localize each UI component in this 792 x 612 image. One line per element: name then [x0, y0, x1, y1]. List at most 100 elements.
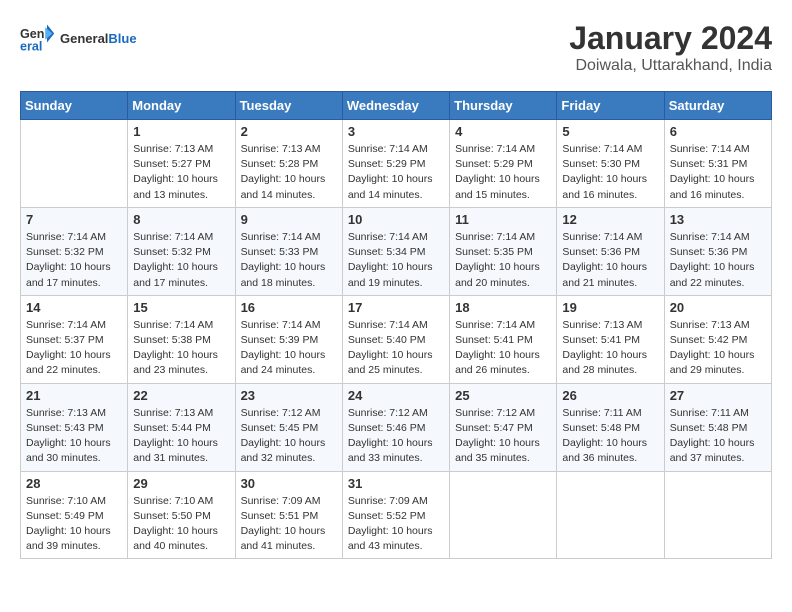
calendar-cell-w5-d2: 29 Sunrise: 7:10 AM Sunset: 5:50 PM Dayli… — [128, 471, 235, 559]
day-info: Sunrise: 7:14 AM Sunset: 5:34 PM Dayligh… — [348, 230, 444, 291]
day-number: 14 — [26, 300, 122, 315]
day-info: Sunrise: 7:14 AM Sunset: 5:32 PM Dayligh… — [26, 230, 122, 291]
day-info: Sunrise: 7:14 AM Sunset: 5:36 PM Dayligh… — [562, 230, 658, 291]
calendar-week-4: 21Sunrise: 7:13 AM Sunset: 5:43 PM Dayli… — [21, 383, 772, 471]
col-monday: Monday — [128, 92, 235, 120]
day-number: 19 — [562, 300, 658, 315]
col-sunday: Sunday — [21, 92, 128, 120]
calendar-cell-w3-d4: 17 Sunrise: 7:14 AM Sunset: 5:40 PM Dayli… — [342, 295, 449, 383]
day-number: 27 — [670, 388, 766, 403]
calendar-week-1: 1 Sunrise: 7:13 AM Sunset: 5:27 PM Daylig… — [21, 120, 772, 208]
location-subtitle: Doiwala, Uttarakhand, India — [569, 57, 772, 75]
calendar-cell-w1-d5: 4 Sunrise: 7:14 AM Sunset: 5:29 PM Daylig… — [450, 120, 557, 208]
day-info: Sunrise: 7:14 AM Sunset: 5:33 PM Dayligh… — [241, 230, 337, 291]
day-info: Sunrise: 7:14 AM Sunset: 5:37 PM Dayligh… — [26, 318, 122, 379]
day-info: Sunrise: 7:10 AM Sunset: 5:50 PM Dayligh… — [133, 494, 229, 555]
day-info: Sunrise: 7:14 AM Sunset: 5:35 PM Dayligh… — [455, 230, 551, 291]
day-info: Sunrise: 7:13 AM Sunset: 5:28 PM Dayligh… — [241, 142, 337, 203]
day-number: 30 — [241, 476, 337, 491]
calendar-cell-w2-d4: 10 Sunrise: 7:14 AM Sunset: 5:34 PM Dayli… — [342, 207, 449, 295]
col-thursday: Thursday — [450, 92, 557, 120]
calendar-cell-w5-d1: 28Sunrise: 7:10 AM Sunset: 5:49 PM Dayli… — [21, 471, 128, 559]
day-number: 11 — [455, 212, 551, 227]
calendar-week-2: 7 Sunrise: 7:14 AM Sunset: 5:32 PM Daylig… — [21, 207, 772, 295]
calendar-cell-w4-d6: 26Sunrise: 7:11 AM Sunset: 5:48 PM Dayli… — [557, 383, 664, 471]
day-number: 13 — [670, 212, 766, 227]
day-info: Sunrise: 7:14 AM Sunset: 5:36 PM Dayligh… — [670, 230, 766, 291]
calendar-cell-w5-d7 — [664, 471, 771, 559]
day-number: 31 — [348, 476, 444, 491]
calendar-cell-w1-d1 — [21, 120, 128, 208]
day-number: 4 — [455, 124, 551, 139]
logo-text-blue: Blue — [108, 31, 136, 46]
day-info: Sunrise: 7:14 AM Sunset: 5:32 PM Dayligh… — [133, 230, 229, 291]
calendar-cell-w4-d7: 27Sunrise: 7:11 AM Sunset: 5:48 PM Dayli… — [664, 383, 771, 471]
day-number: 6 — [670, 124, 766, 139]
calendar-cell-w2-d7: 13 Sunrise: 7:14 AM Sunset: 5:36 PM Dayli… — [664, 207, 771, 295]
day-info: Sunrise: 7:13 AM Sunset: 5:42 PM Dayligh… — [670, 318, 766, 379]
day-info: Sunrise: 7:14 AM Sunset: 5:40 PM Dayligh… — [348, 318, 444, 379]
logo-icon: Gen eral — [20, 20, 56, 56]
day-info: Sunrise: 7:10 AM Sunset: 5:49 PM Dayligh… — [26, 494, 122, 555]
day-number: 1 — [133, 124, 229, 139]
calendar-cell-w4-d4: 24Sunrise: 7:12 AM Sunset: 5:46 PM Dayli… — [342, 383, 449, 471]
col-wednesday: Wednesday — [342, 92, 449, 120]
day-number: 17 — [348, 300, 444, 315]
calendar-cell-w5-d4: 31 Sunrise: 7:09 AM Sunset: 5:52 PM Dayli… — [342, 471, 449, 559]
calendar-cell-w3-d5: 18Sunrise: 7:14 AM Sunset: 5:41 PM Dayli… — [450, 295, 557, 383]
col-tuesday: Tuesday — [235, 92, 342, 120]
calendar-cell-w2-d5: 11 Sunrise: 7:14 AM Sunset: 5:35 PM Dayli… — [450, 207, 557, 295]
calendar-week-5: 28Sunrise: 7:10 AM Sunset: 5:49 PM Dayli… — [21, 471, 772, 559]
day-info: Sunrise: 7:13 AM Sunset: 5:41 PM Dayligh… — [562, 318, 658, 379]
calendar-cell-w4-d5: 25Sunrise: 7:12 AM Sunset: 5:47 PM Dayli… — [450, 383, 557, 471]
month-year-title: January 2024 — [569, 20, 772, 57]
calendar-cell-w3-d7: 20 Sunrise: 7:13 AM Sunset: 5:42 PM Dayli… — [664, 295, 771, 383]
day-number: 2 — [241, 124, 337, 139]
calendar-cell-w4-d2: 22 Sunrise: 7:13 AM Sunset: 5:44 PM Dayli… — [128, 383, 235, 471]
day-number: 10 — [348, 212, 444, 227]
logo: Gen eral GeneralBlue — [20, 20, 137, 56]
calendar-cell-w3-d3: 16 Sunrise: 7:14 AM Sunset: 5:39 PM Dayli… — [235, 295, 342, 383]
day-number: 23 — [241, 388, 337, 403]
day-number: 12 — [562, 212, 658, 227]
day-info: Sunrise: 7:14 AM Sunset: 5:30 PM Dayligh… — [562, 142, 658, 203]
calendar-cell-w1-d4: 3 Sunrise: 7:14 AM Sunset: 5:29 PM Daylig… — [342, 120, 449, 208]
day-info: Sunrise: 7:14 AM Sunset: 5:29 PM Dayligh… — [455, 142, 551, 203]
col-friday: Friday — [557, 92, 664, 120]
calendar-cell-w5-d6 — [557, 471, 664, 559]
calendar-cell-w5-d5 — [450, 471, 557, 559]
day-info: Sunrise: 7:09 AM Sunset: 5:52 PM Dayligh… — [348, 494, 444, 555]
day-info: Sunrise: 7:13 AM Sunset: 5:44 PM Dayligh… — [133, 406, 229, 467]
day-number: 7 — [26, 212, 122, 227]
day-number: 29 — [133, 476, 229, 491]
day-info: Sunrise: 7:13 AM Sunset: 5:27 PM Dayligh… — [133, 142, 229, 203]
day-info: Sunrise: 7:12 AM Sunset: 5:46 PM Dayligh… — [348, 406, 444, 467]
day-info: Sunrise: 7:12 AM Sunset: 5:47 PM Dayligh… — [455, 406, 551, 467]
title-section: January 2024 Doiwala, Uttarakhand, India — [569, 20, 772, 75]
calendar-header-row: Sunday Monday Tuesday Wednesday Thursday… — [21, 92, 772, 120]
day-info: Sunrise: 7:12 AM Sunset: 5:45 PM Dayligh… — [241, 406, 337, 467]
logo-text-general: General — [60, 31, 108, 46]
svg-text:eral: eral — [20, 40, 42, 54]
day-info: Sunrise: 7:14 AM Sunset: 5:38 PM Dayligh… — [133, 318, 229, 379]
day-number: 3 — [348, 124, 444, 139]
day-info: Sunrise: 7:14 AM Sunset: 5:31 PM Dayligh… — [670, 142, 766, 203]
day-number: 15 — [133, 300, 229, 315]
calendar-cell-w1-d7: 6 Sunrise: 7:14 AM Sunset: 5:31 PM Daylig… — [664, 120, 771, 208]
calendar-cell-w4-d3: 23 Sunrise: 7:12 AM Sunset: 5:45 PM Dayli… — [235, 383, 342, 471]
calendar-table: Sunday Monday Tuesday Wednesday Thursday… — [20, 91, 772, 559]
day-info: Sunrise: 7:14 AM Sunset: 5:29 PM Dayligh… — [348, 142, 444, 203]
calendar-cell-w3-d2: 15 Sunrise: 7:14 AM Sunset: 5:38 PM Dayli… — [128, 295, 235, 383]
day-number: 26 — [562, 388, 658, 403]
day-info: Sunrise: 7:14 AM Sunset: 5:39 PM Dayligh… — [241, 318, 337, 379]
calendar-cell-w4-d1: 21Sunrise: 7:13 AM Sunset: 5:43 PM Dayli… — [21, 383, 128, 471]
day-number: 16 — [241, 300, 337, 315]
day-number: 18 — [455, 300, 551, 315]
calendar-cell-w1-d2: 1 Sunrise: 7:13 AM Sunset: 5:27 PM Daylig… — [128, 120, 235, 208]
day-number: 20 — [670, 300, 766, 315]
day-number: 9 — [241, 212, 337, 227]
day-number: 22 — [133, 388, 229, 403]
calendar-cell-w2-d6: 12 Sunrise: 7:14 AM Sunset: 5:36 PM Dayli… — [557, 207, 664, 295]
calendar-cell-w1-d3: 2 Sunrise: 7:13 AM Sunset: 5:28 PM Daylig… — [235, 120, 342, 208]
calendar-cell-w1-d6: 5Sunrise: 7:14 AM Sunset: 5:30 PM Daylig… — [557, 120, 664, 208]
